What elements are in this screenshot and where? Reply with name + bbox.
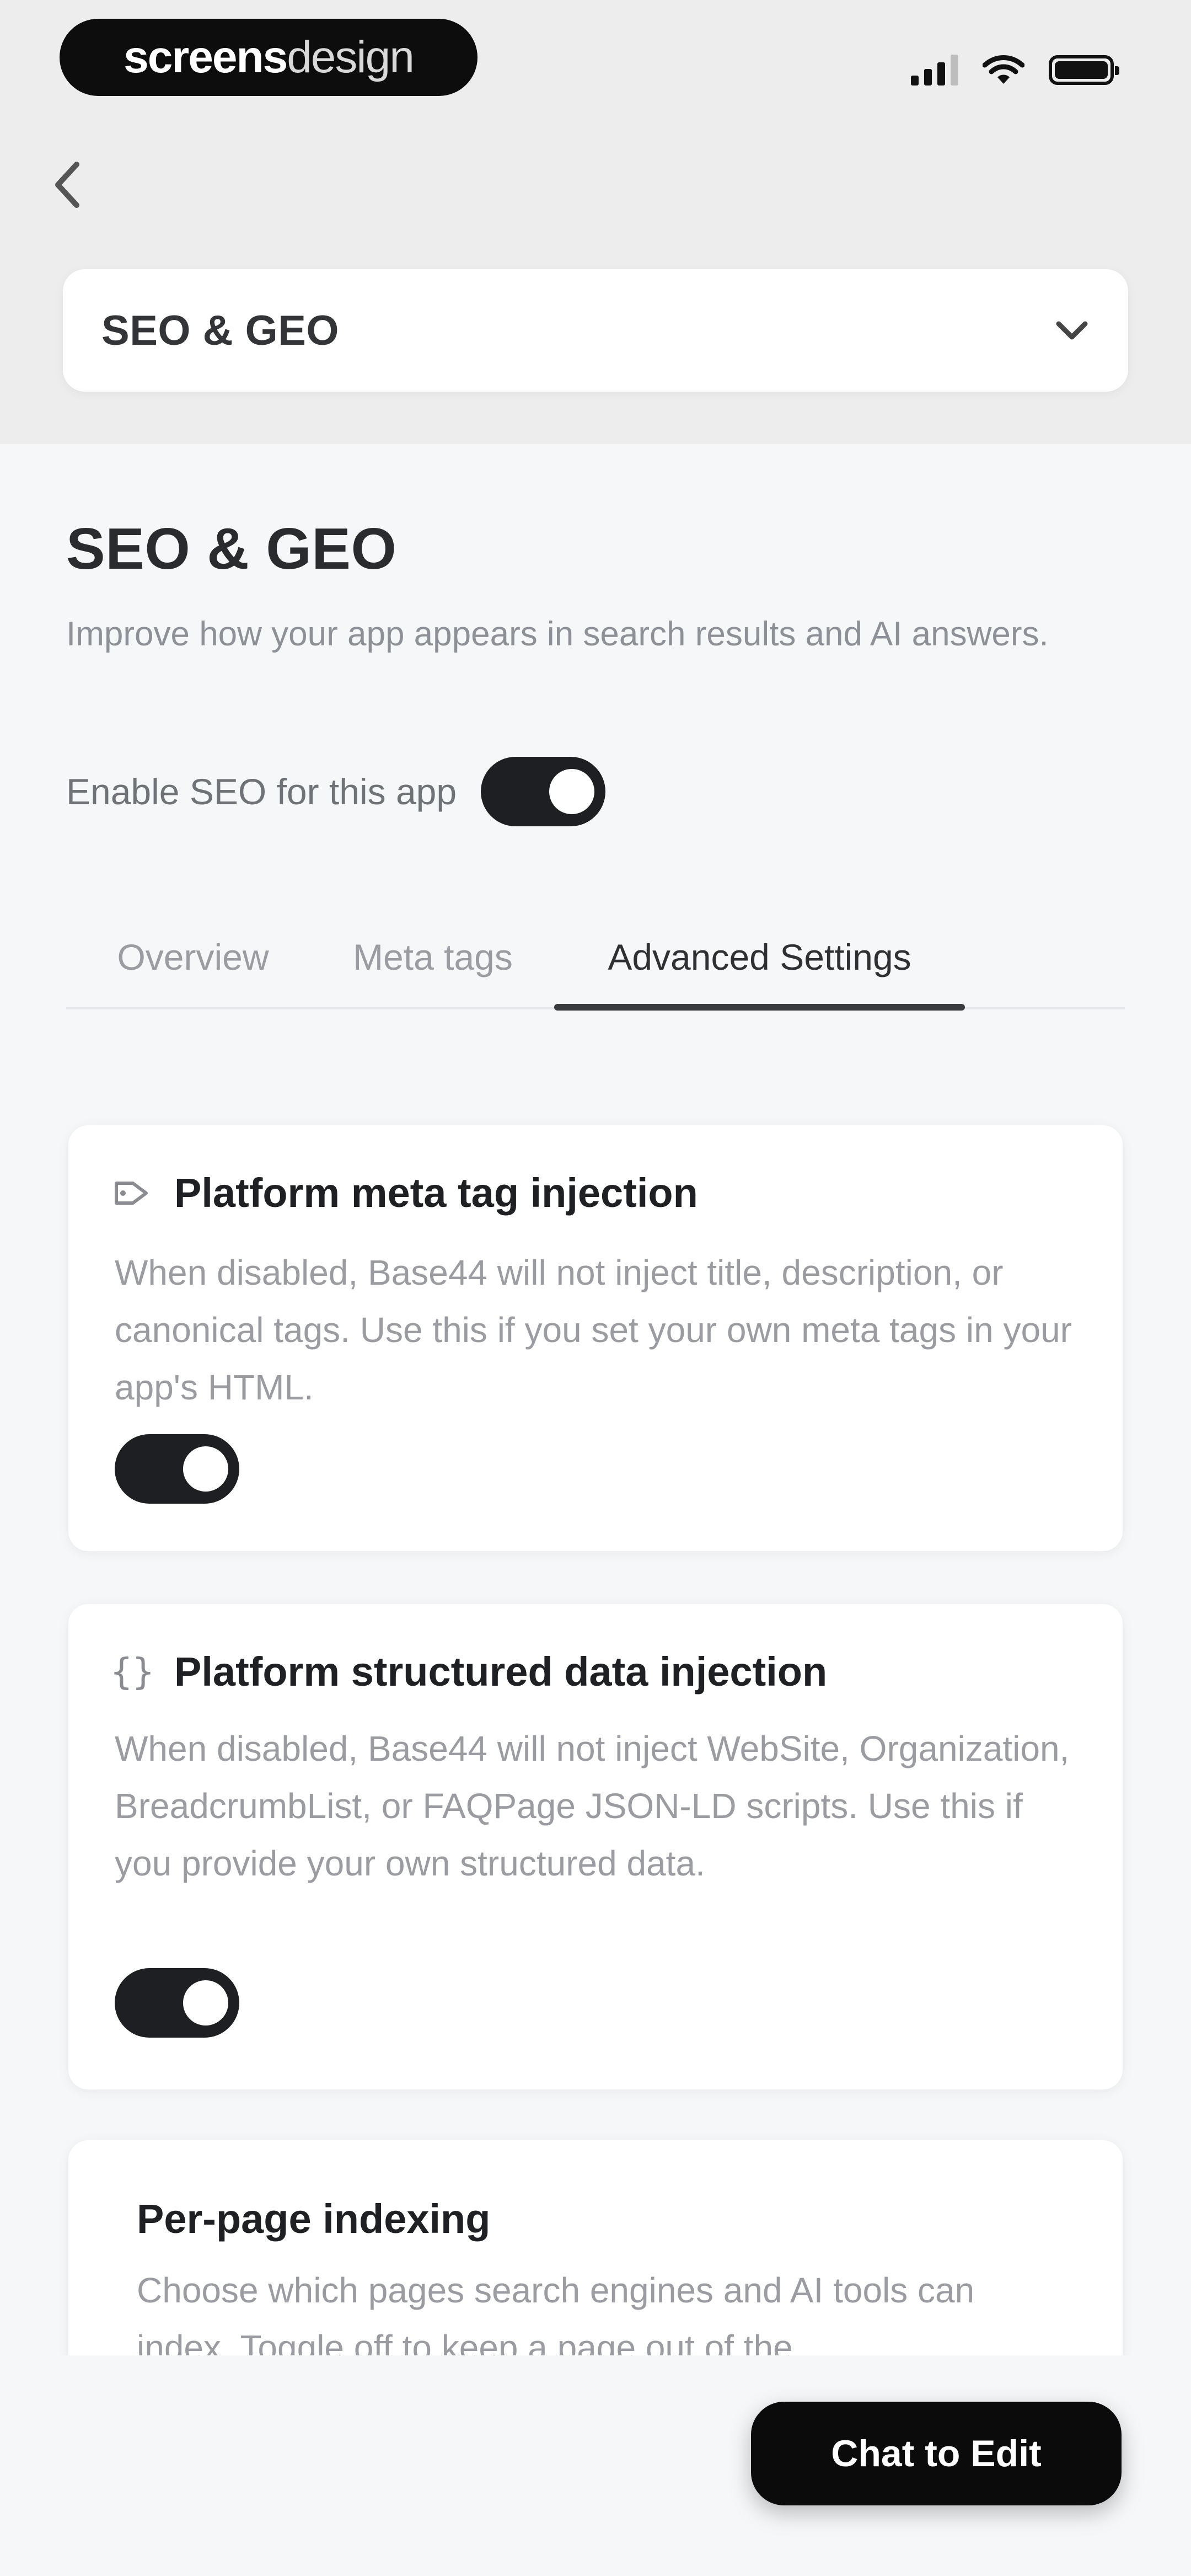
card-per-page-indexing: Per-page indexing Choose which pages sea… (68, 2140, 1123, 2355)
card-description: Choose which pages search engines and AI… (137, 2270, 975, 2355)
page-subtitle: Improve how your app appears in search r… (66, 615, 1049, 653)
card-title: Platform structured data injection (174, 1649, 828, 1695)
status-icons (911, 51, 1119, 89)
status-bar: screensdesign (0, 0, 1191, 121)
top-region: screensdesign SEO & GEO (0, 0, 1191, 444)
card-header: Platform meta tag injection (112, 1169, 698, 1216)
page-title: SEO & GEO (66, 516, 397, 581)
wifi-icon (983, 55, 1024, 84)
scroll-content[interactable]: screensdesign SEO & GEO SEO & GEO Improv… (0, 0, 1191, 2355)
meta-tag-injection-toggle[interactable] (115, 1434, 239, 1504)
braces-icon: {} (110, 1650, 154, 1693)
chevron-left-icon (55, 162, 79, 208)
card-meta-tag-injection: Platform meta tag injection When disable… (68, 1125, 1123, 1551)
card-description: When disabled, Base44 will not inject We… (115, 1729, 1070, 1883)
structured-data-injection-toggle[interactable] (115, 1968, 239, 2038)
chat-to-edit-button[interactable]: Chat to Edit (751, 2402, 1122, 2505)
card-header: Per-page indexing (137, 2195, 490, 2242)
chevron-down-icon (1056, 321, 1088, 340)
enable-seo-toggle[interactable] (481, 757, 606, 826)
app-screen: screensdesign SEO & GEO SEO & GEO Improv… (0, 0, 1191, 2576)
cellular-signal-icon (911, 55, 958, 85)
card-header: {} Platform structured data injection (110, 1648, 828, 1695)
enable-seo-label: Enable SEO for this app (66, 771, 457, 812)
card-title: Per-page indexing (137, 2196, 491, 2242)
card-structured-data-injection: {} Platform structured data injection Wh… (68, 1604, 1123, 2089)
dropdown-selected-value: SEO & GEO (101, 307, 340, 354)
tab-bar: Overview Meta tags Advanced Settings (66, 905, 1125, 1011)
section-dropdown[interactable]: SEO & GEO (63, 269, 1128, 392)
back-button[interactable] (44, 154, 90, 215)
tab-advanced-settings[interactable]: Advanced Settings (554, 905, 965, 1009)
tab-overview[interactable]: Overview (99, 905, 287, 1009)
battery-icon (1049, 55, 1119, 85)
tab-meta-tags[interactable]: Meta tags (336, 905, 529, 1009)
tag-icon (112, 1173, 152, 1213)
card-title: Platform meta tag injection (174, 1170, 698, 1216)
brand-logo: screensdesign (124, 32, 415, 82)
brand-badge: screensdesign (60, 19, 478, 96)
active-tab-indicator (554, 1004, 965, 1011)
enable-seo-row: Enable SEO for this app (66, 756, 606, 827)
card-description: When disabled, Base44 will not inject ti… (115, 1253, 1072, 1407)
